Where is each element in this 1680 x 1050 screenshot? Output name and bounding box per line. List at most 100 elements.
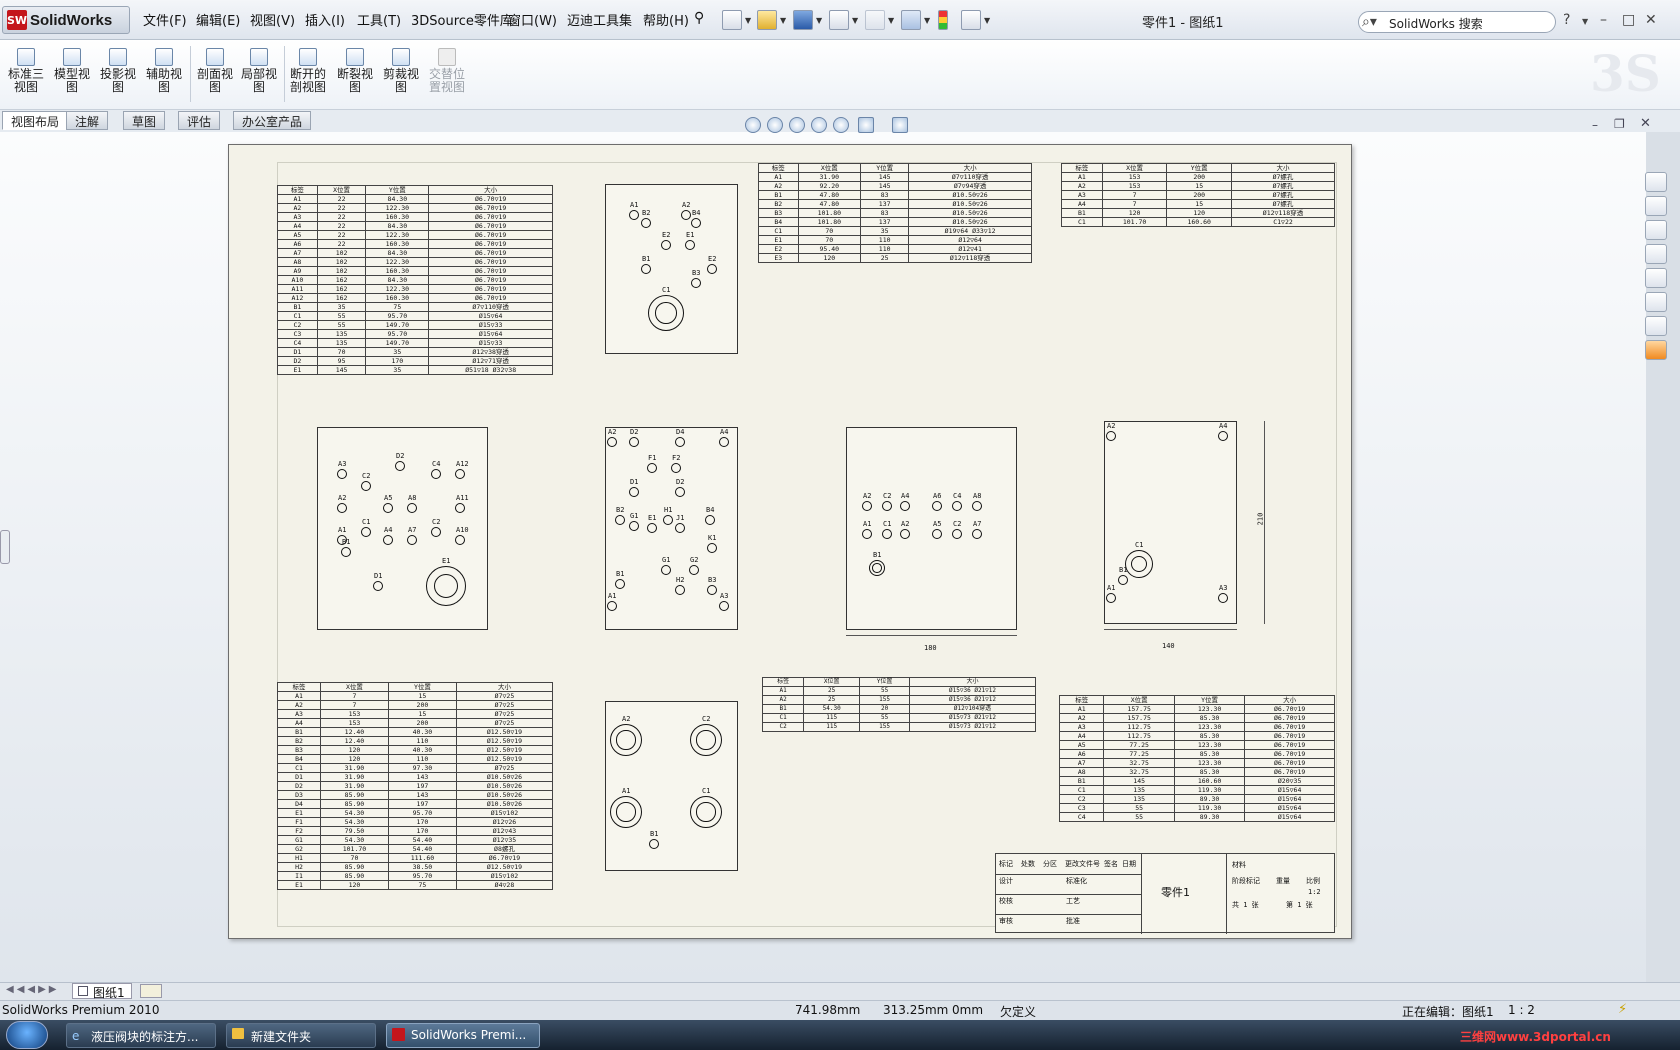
chevron-down-icon[interactable]: ▼ <box>745 16 751 25</box>
menu-file[interactable]: 文件(F) <box>143 10 187 29</box>
hole-marker[interactable] <box>972 529 982 539</box>
hole-marker[interactable] <box>685 240 695 250</box>
drawing-view[interactable]: A2 A4 C1 A1 B1 A3 <box>1104 421 1237 624</box>
hole-marker[interactable] <box>455 503 465 513</box>
table-row[interactable]: B1 145 160.60 Ø20▽35 <box>1058 776 1335 786</box>
table-row[interactable]: A11 162 122.30 Ø6.70▽19 <box>277 284 553 294</box>
hole-marker[interactable] <box>707 543 717 553</box>
home-icon[interactable] <box>1645 172 1667 192</box>
drawing-view[interactable]: A3 C2 D2 C4 A12 A2 A5 A8 A11 A1 C1 A4 C2 A10 B1 A7 D1 E1 <box>317 427 488 630</box>
detail-view-button[interactable]: 局部视图 <box>237 48 281 94</box>
save-icon[interactable] <box>793 10 813 30</box>
options-icon[interactable] <box>961 10 981 30</box>
table-row[interactable]: A1 7 15 Ø7▽25 <box>277 691 554 701</box>
hole-marker[interactable] <box>431 469 441 479</box>
sheet-scale[interactable]: 1 : 2 <box>1508 1003 1535 1017</box>
menu-help[interactable]: 帮助(H) <box>643 10 689 29</box>
hole-marker[interactable] <box>647 523 657 533</box>
hole-marker[interactable] <box>675 585 685 595</box>
doc-minimize-icon[interactable]: – <box>1592 118 1598 132</box>
hole-marker[interactable] <box>1106 593 1116 603</box>
hole-marker[interactable] <box>675 487 685 497</box>
hole-marker[interactable] <box>1218 431 1228 441</box>
table-row[interactable]: A5 22 122.30 Ø6.70▽19 <box>277 230 553 240</box>
hole-marker[interactable] <box>691 278 701 288</box>
table-row[interactable]: C3 135 95.70 Ø15▽64 <box>277 329 553 339</box>
drawing-view[interactable]: A2 C2 A1 C1 B1 <box>605 701 738 871</box>
select-cursor-icon[interactable] <box>901 10 921 30</box>
table-row[interactable]: B1 12.40 40.30 Ø12.50▽19 <box>277 727 554 737</box>
table-row[interactable]: A4 153 200 Ø7▽25 <box>277 718 554 728</box>
table-row[interactable]: A3 7 200 Ø7螺孔 <box>1061 190 1335 200</box>
hole-marker[interactable] <box>383 503 393 513</box>
hole-marker[interactable] <box>407 503 417 513</box>
table-row[interactable]: B1 47.80 83 Ø10.50▽26 <box>758 190 1032 200</box>
hole-marker[interactable] <box>361 527 371 537</box>
tab-sketch[interactable]: 草图 <box>123 111 166 130</box>
menu-maidi-tools[interactable]: 迈迪工具集 <box>567 10 632 29</box>
table-row[interactable]: A2 22 122.30 Ø6.70▽19 <box>277 203 553 213</box>
doc-restore-icon[interactable]: ❐ <box>1614 117 1625 131</box>
chevron-down-icon[interactable]: ▼ <box>924 16 930 25</box>
hole-marker[interactable] <box>900 529 910 539</box>
pin-icon[interactable]: ⚲ <box>694 10 708 30</box>
table-row[interactable]: A8 32.75 85.30 Ø6.70▽19 <box>1058 767 1335 777</box>
tab-office-products[interactable]: 办公室产品 <box>233 111 312 130</box>
zoom-area-icon[interactable] <box>767 117 783 133</box>
hole-marker[interactable] <box>629 437 639 447</box>
table-row[interactable]: A3 112.75 123.30 Ø6.70▽19 <box>1058 722 1335 732</box>
table-row[interactable]: A1 31.90 145 Ø7▽110穿透 <box>758 172 1032 182</box>
table-row[interactable]: E1 145 35 Ø51▽18 Ø32▽38 <box>277 365 553 375</box>
hole-marker[interactable] <box>661 240 671 250</box>
hole-marker[interactable] <box>607 601 617 611</box>
hole-marker[interactable] <box>607 437 617 447</box>
hole-marker[interactable] <box>1106 431 1116 441</box>
hole-marker[interactable] <box>641 264 651 274</box>
hole-marker[interactable] <box>882 501 892 511</box>
hole-marker[interactable] <box>952 501 962 511</box>
table-row[interactable]: A3 22 160.30 Ø6.70▽19 <box>277 212 553 222</box>
hole-marker[interactable] <box>932 529 942 539</box>
start-button-icon[interactable] <box>6 1021 48 1049</box>
hole-marker[interactable] <box>882 529 892 539</box>
hole-marker[interactable] <box>719 601 729 611</box>
search-results-icon[interactable] <box>1645 244 1667 264</box>
3dcontent-icon[interactable] <box>1645 340 1667 360</box>
table-row[interactable]: A2 92.20 145 Ø7▽94穿透 <box>758 181 1032 191</box>
hole-marker[interactable] <box>1118 575 1128 585</box>
hole-marker[interactable] <box>615 515 625 525</box>
help-icon[interactable]: ? <box>1563 12 1570 28</box>
table-row[interactable]: B1 120 120 Ø12▽118穿透 <box>1061 208 1335 218</box>
hole-marker[interactable] <box>615 579 625 589</box>
break-view-button[interactable]: 断裂视图 <box>333 48 377 94</box>
new-document-icon[interactable] <box>722 10 742 30</box>
table-row[interactable]: C2 135 89.30 Ø15▽64 <box>1058 794 1335 804</box>
hole-marker[interactable] <box>952 529 962 539</box>
table-row[interactable]: E3 120 25 Ø12▽118穿透 <box>758 253 1032 263</box>
file-explorer-icon[interactable] <box>1645 220 1667 240</box>
table-row[interactable]: D3 85.90 143 Ø10.50▽26 <box>277 790 554 800</box>
minimize-icon[interactable]: – <box>1600 12 1607 28</box>
hole-table[interactable]: 标签 X位置 Y位置 大小 A1 22 84.30 Ø6.70▽19 A2 22 122.30 Ø6.… <box>277 185 553 375</box>
hole-marker[interactable] <box>455 469 465 479</box>
zoom-to-fit-icon[interactable] <box>745 117 761 133</box>
hole-marker[interactable] <box>707 264 717 274</box>
hole-marker[interactable] <box>675 523 685 533</box>
table-row[interactable]: C4 55 89.30 Ø15▽64 <box>1058 812 1335 822</box>
hole-marker[interactable] <box>337 503 347 513</box>
menu-insert[interactable]: 插入(I) <box>305 10 345 29</box>
table-row[interactable]: D1 70 35 Ø12▽38穿透 <box>277 347 553 357</box>
hole-marker[interactable] <box>862 501 872 511</box>
table-row[interactable]: A5 77.25 123.30 Ø6.70▽19 <box>1058 740 1335 750</box>
table-row[interactable]: A1 153 200 Ø7螺孔 <box>1061 172 1335 182</box>
section-view-button[interactable]: 剖面视图 <box>193 48 237 94</box>
projected-view-button[interactable]: 投影视图 <box>96 48 140 94</box>
close-icon[interactable]: ✕ <box>1645 12 1657 28</box>
hole-marker[interactable] <box>395 461 405 471</box>
table-row[interactable]: C4 135 149.70 Ø15▽33 <box>277 338 553 348</box>
chevron-down-icon[interactable]: ▼ <box>852 16 858 25</box>
search-icon[interactable]: ⌕▾ <box>1362 14 1377 30</box>
traffic-light-icon[interactable] <box>938 10 948 30</box>
table-row[interactable]: B3 101.80 83 Ø10.50▽26 <box>758 208 1032 218</box>
table-row[interactable]: D2 31.90 197 Ø10.50▽26 <box>277 781 554 791</box>
